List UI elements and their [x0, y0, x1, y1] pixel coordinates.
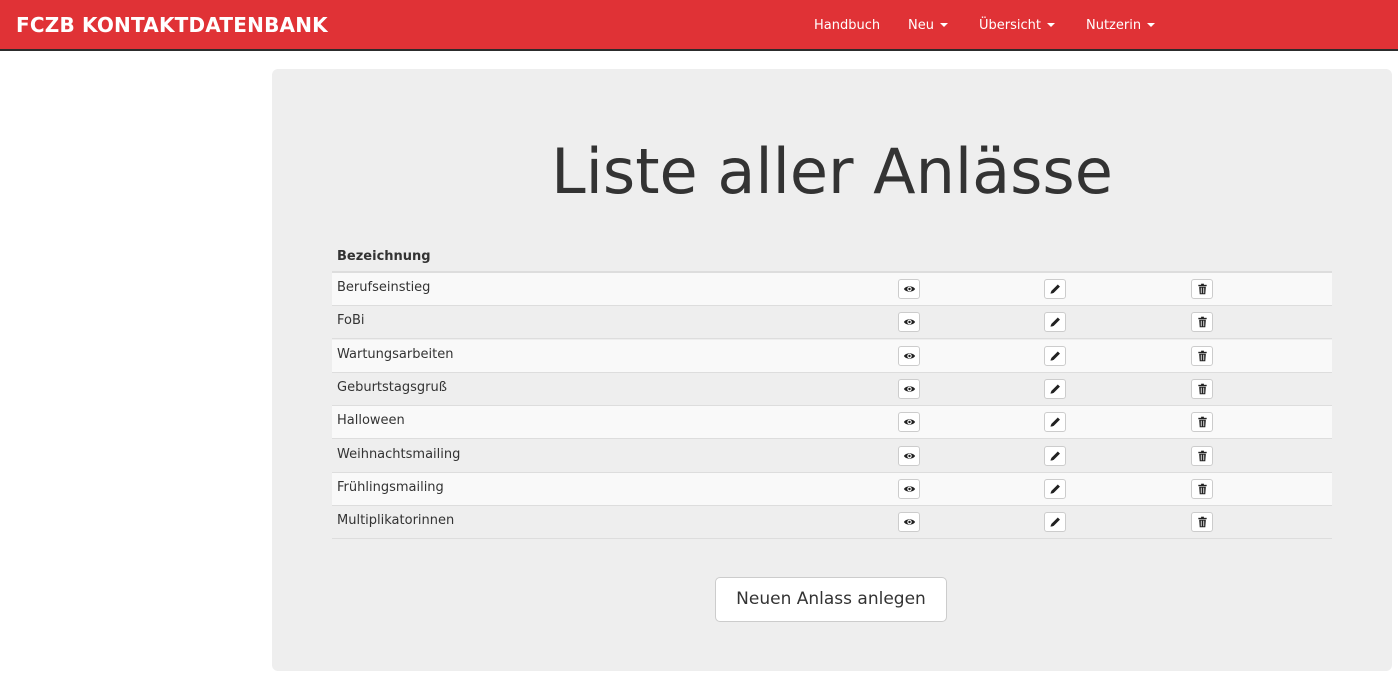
content-panel: Liste aller Anlässe Bezeichnung Berufsei…: [272, 69, 1392, 671]
table-row: Weihnachtsmailing: [332, 439, 1332, 473]
nav-neu-label: Neu: [908, 18, 934, 33]
nav-nutzerin-dropdown[interactable]: Nutzerin: [1086, 17, 1156, 35]
column-header-bezeichnung: Bezeichnung: [337, 249, 431, 264]
nav-nutzerin-label: Nutzerin: [1086, 18, 1142, 33]
nav-handbuch[interactable]: Handbuch: [814, 17, 880, 35]
edit-button[interactable]: [1044, 312, 1066, 333]
view-button[interactable]: [898, 345, 920, 366]
view-button[interactable]: [898, 478, 920, 499]
brand-logo-text[interactable]: FCZB KONTAKTDATENBANK: [16, 12, 328, 38]
row-bezeichnung: Weihnachtsmailing: [337, 446, 461, 462]
nav-uebersicht-dropdown[interactable]: Übersicht: [979, 17, 1055, 35]
top-navbar: FCZB KONTAKTDATENBANK Handbuch Neu Übers…: [0, 0, 1398, 51]
delete-button[interactable]: [1191, 378, 1213, 399]
row-bezeichnung: FoBi: [337, 313, 365, 329]
view-button[interactable]: [898, 412, 920, 433]
table-row: Geburtstagsgruß: [332, 372, 1332, 406]
delete-button[interactable]: [1191, 345, 1213, 366]
row-bezeichnung: Frühlingsmailing: [337, 479, 444, 495]
view-button[interactable]: [898, 378, 920, 399]
edit-button[interactable]: [1044, 412, 1066, 433]
view-button[interactable]: [898, 312, 920, 333]
table-row: Multiplikatorinnen: [332, 506, 1332, 540]
row-bezeichnung: Berufseinstieg: [337, 280, 431, 295]
edit-button[interactable]: [1044, 478, 1066, 499]
edit-button[interactable]: [1044, 512, 1066, 533]
edit-button[interactable]: [1044, 345, 1066, 366]
edit-button[interactable]: [1044, 445, 1066, 466]
caret-down-icon: [1046, 22, 1055, 27]
view-button[interactable]: [898, 279, 920, 299]
row-bezeichnung: Geburtstagsgruß: [337, 379, 447, 395]
new-anlass-button[interactable]: Neuen Anlass anlegen: [715, 577, 947, 622]
delete-button[interactable]: [1191, 478, 1213, 499]
view-button[interactable]: [898, 445, 920, 466]
table-row: Halloween: [332, 406, 1332, 440]
delete-button[interactable]: [1191, 445, 1213, 466]
caret-down-icon: [939, 22, 948, 27]
edit-button[interactable]: [1044, 279, 1066, 299]
row-bezeichnung: Multiplikatorinnen: [337, 513, 455, 529]
table-row: FoBi: [332, 306, 1332, 340]
delete-button[interactable]: [1191, 279, 1213, 299]
delete-button[interactable]: [1191, 412, 1213, 433]
row-bezeichnung: Halloween: [337, 413, 405, 429]
table-row: Wartungsarbeiten: [332, 339, 1332, 373]
edit-button[interactable]: [1044, 378, 1066, 399]
row-bezeichnung: Wartungsarbeiten: [337, 346, 454, 362]
delete-button[interactable]: [1191, 312, 1213, 333]
nav-neu-dropdown[interactable]: Neu: [908, 17, 948, 35]
delete-button[interactable]: [1191, 512, 1213, 533]
nav-handbuch-label: Handbuch: [814, 18, 881, 33]
table-row: Berufseinstieg: [332, 273, 1332, 306]
table-row: Frühlingsmailing: [332, 472, 1332, 506]
view-button[interactable]: [898, 512, 920, 533]
nav-uebersicht-label: Übersicht: [979, 18, 1041, 33]
page-title: Liste aller Anlässe: [551, 135, 1113, 208]
caret-down-icon: [1147, 22, 1156, 27]
